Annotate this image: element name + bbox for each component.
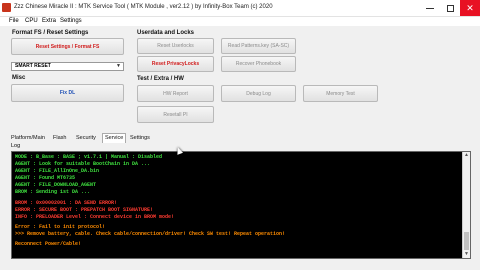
menu-cpu[interactable]: CPU [25, 18, 38, 24]
minimize-button[interactable] [420, 0, 440, 16]
log-line: MODE : B_Base : BASE ; v1.7.1 | Manual :… [15, 154, 163, 160]
hw-report-button[interactable]: HW Report [137, 85, 214, 102]
scroll-down-icon[interactable]: ▼ [463, 251, 470, 258]
reset-userlocks-button[interactable]: Reset Userlocks [137, 38, 214, 54]
reset-mode-select[interactable]: SMART RESET ▼ [11, 62, 124, 71]
maximize-button[interactable] [440, 0, 460, 16]
close-icon: ✕ [466, 3, 474, 13]
log-label: Log [11, 143, 21, 149]
resetall-pi-button[interactable]: Resetall PI [137, 106, 214, 123]
log-line: AGENT : FILE_DOWNLOAD_AGENT [15, 182, 97, 188]
log-line: ERROR : SECURE BOOT : PREPATCH BOOT SIGN… [15, 207, 154, 213]
tab-platform-main[interactable]: Platform/Main [9, 134, 47, 143]
tab-flash[interactable]: Flash [51, 134, 68, 143]
window-title: Zzz Chinese Miracle II : MTK Service Too… [14, 4, 273, 10]
reset-mode-value: SMART RESET [15, 63, 51, 69]
log-line: AGENT : FILE_AllInOne_DA.bin [15, 168, 100, 174]
format-section-title: Format FS / Reset Settings [12, 30, 89, 36]
log-console[interactable]: MODE : B_Base : BASE ; v1.7.1 | Manual :… [11, 151, 471, 259]
menu-extra[interactable]: Extra [42, 18, 56, 24]
scroll-up-icon[interactable]: ▲ [463, 152, 470, 159]
reset-settings-button[interactable]: Reset Settings / Format FS [11, 38, 124, 55]
log-line: INFO : PRELOADER Level : Connect device … [15, 214, 175, 220]
test-section-title: Test / Extra / HW [137, 76, 184, 82]
tab-security[interactable]: Security [74, 134, 98, 143]
close-button[interactable]: ✕ [460, 0, 480, 16]
tab-service[interactable]: Service [102, 133, 127, 143]
recover-phonebook-button[interactable]: Recover Phonebook [221, 56, 296, 72]
log-line: Error : Fail to init protocol! [15, 224, 106, 230]
memory-test-button[interactable]: Memory Test [303, 85, 378, 102]
menu-settings[interactable]: Settings [60, 18, 82, 24]
fix-dl-button[interactable]: Fix DL [11, 84, 124, 102]
log-line: AGENT : Look for suitable BootChain in D… [15, 161, 151, 167]
chevron-down-icon: ▼ [116, 63, 121, 69]
title-bar: Zzz Chinese Miracle II : MTK Service Too… [0, 0, 480, 17]
scroll-thumb[interactable] [464, 232, 469, 250]
read-patterns-button[interactable]: Read Patterns.key (SA-SC) [221, 38, 296, 54]
log-line: BROM : Sending 1st DA ... [15, 189, 91, 195]
menu-bar: File CPU Extra Settings [0, 17, 480, 26]
debug-log-button[interactable]: Debug Log [221, 85, 296, 102]
reset-privacylocks-button[interactable]: Reset PrivacyLocks [137, 56, 214, 72]
app-icon [2, 3, 11, 12]
log-line: >>> Remove battery, cable. Check cable/c… [15, 231, 286, 237]
menu-file[interactable]: File [9, 18, 19, 24]
log-scrollbar[interactable]: ▲ ▼ [462, 152, 470, 258]
log-line: BROM : 0x00002001 : DA SEND ERROR! [15, 200, 118, 206]
userdata-section-title: Userdata and Locks [137, 30, 195, 36]
log-line: Reconnect Power/Cable! [15, 241, 82, 247]
log-line: AGENT : Found MT6735 [15, 175, 76, 181]
tab-settings[interactable]: Settings [128, 134, 152, 143]
misc-section-title: Misc [12, 75, 26, 81]
